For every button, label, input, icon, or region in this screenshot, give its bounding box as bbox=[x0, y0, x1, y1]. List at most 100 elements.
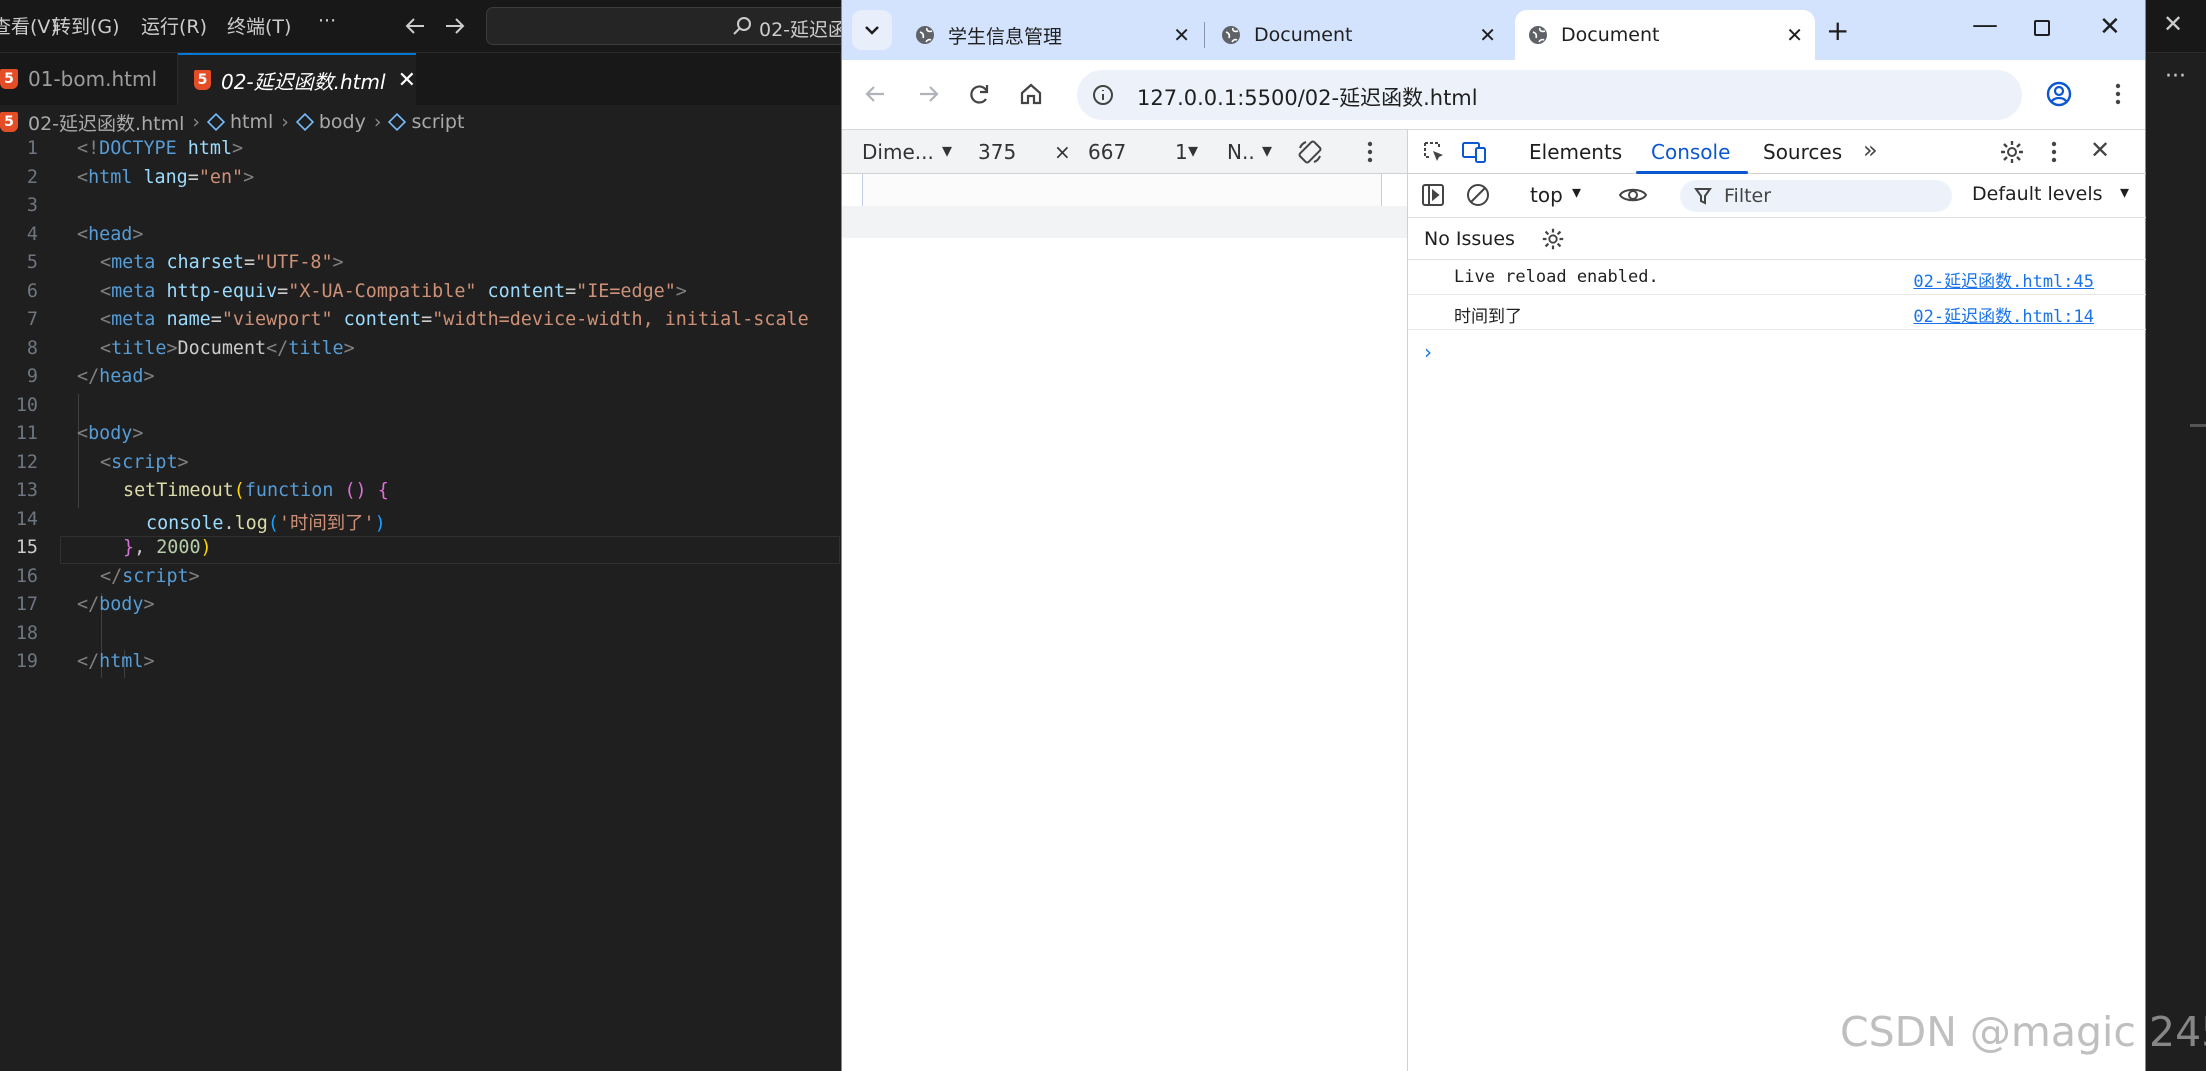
line-number: 7 bbox=[26, 309, 38, 330]
issues-bar: No Issues bbox=[1408, 218, 2146, 260]
tab-title: 学生信息管理 bbox=[948, 25, 1063, 48]
close-devtools-icon[interactable]: ✕ bbox=[2090, 136, 2110, 164]
reload-icon[interactable] bbox=[966, 80, 994, 108]
back-arrow-icon[interactable] bbox=[402, 12, 430, 40]
chevron-down-icon[interactable]: ▾ bbox=[1572, 182, 1581, 203]
zoom-select[interactable]: 1 bbox=[1175, 140, 1188, 164]
breadcrumb: 5 02-延迟函数.html › html › body › script bbox=[0, 107, 464, 137]
log-source-link[interactable]: 02-延迟函数.html:14 bbox=[1913, 302, 2094, 327]
editor-scrollbar[interactable] bbox=[2148, 138, 2206, 1071]
devtools-tab-bar: Elements Console Sources » ✕ bbox=[1408, 130, 2146, 174]
eye-icon[interactable] bbox=[1618, 183, 1648, 207]
code-line-6: <meta http-equiv="X-UA-Compatible" conte… bbox=[100, 280, 687, 302]
tab-search-button[interactable] bbox=[852, 10, 892, 50]
browser-tab-document-1[interactable]: Document ✕ bbox=[1208, 10, 1508, 60]
scrollbar-marker bbox=[2190, 424, 2206, 427]
line-number: 17 bbox=[15, 594, 38, 615]
close-icon[interactable]: ✕ bbox=[1173, 23, 1190, 47]
more-tabs-chevron-icon[interactable]: » bbox=[1863, 136, 1878, 164]
browser-tab-student-info[interactable]: 学生信息管理 ✕ bbox=[902, 10, 1202, 60]
window-close-icon[interactable]: ✕ bbox=[2099, 12, 2121, 42]
profile-avatar-icon[interactable] bbox=[2045, 80, 2073, 108]
menu-run[interactable]: 运行(R) bbox=[141, 12, 207, 39]
maximize-icon[interactable] bbox=[2034, 20, 2050, 36]
log-message: Live reload enabled. bbox=[1454, 267, 1659, 287]
chevron-down-icon[interactable]: ▾ bbox=[1188, 138, 1198, 162]
ruler-bar bbox=[842, 206, 1407, 238]
gear-icon[interactable] bbox=[1998, 138, 2026, 166]
code-line-4: <head> bbox=[77, 223, 144, 245]
tab-sources[interactable]: Sources bbox=[1763, 140, 1842, 164]
device-toolbar: Dime... ▾ 375 × 667 1 ▾ N.. ▾ bbox=[842, 130, 1407, 174]
line-number: 13 bbox=[15, 480, 38, 501]
menu-terminal[interactable]: 终端(T) bbox=[227, 12, 291, 39]
log-source-link[interactable]: 02-延迟函数.html:45 bbox=[1913, 267, 2094, 292]
more-options-icon[interactable] bbox=[1364, 138, 1376, 166]
sidebar-toggle-icon[interactable] bbox=[1420, 182, 1446, 208]
inspect-element-icon[interactable] bbox=[1420, 138, 1448, 166]
gear-icon[interactable] bbox=[1540, 226, 1566, 252]
close-icon[interactable]: ✕ bbox=[1479, 23, 1496, 47]
filter-funnel-icon bbox=[1694, 186, 1712, 206]
issues-count[interactable]: No Issues bbox=[1424, 228, 1515, 250]
filter-input[interactable]: Filter bbox=[1680, 180, 1952, 212]
tab-01-bom[interactable]: 5 01-bom.html bbox=[0, 53, 178, 105]
more-options-icon[interactable] bbox=[2048, 138, 2060, 166]
line-number: 1 bbox=[26, 138, 38, 159]
menu-view[interactable]: 查看(V) bbox=[0, 12, 58, 39]
device-select[interactable]: Dime... bbox=[862, 140, 934, 164]
tab-02-delay-function[interactable]: 5 02-延迟函数.html ✕ bbox=[178, 53, 416, 105]
minimize-icon[interactable]: — bbox=[1972, 10, 1998, 40]
address-bar[interactable]: 127.0.0.1:5500/02-延迟函数.html bbox=[1077, 70, 2022, 120]
throttle-select[interactable]: N.. bbox=[1227, 140, 1255, 164]
height-input[interactable]: 667 bbox=[1088, 140, 1126, 164]
context-select[interactable]: top bbox=[1530, 183, 1563, 207]
line-number: 5 bbox=[26, 252, 38, 273]
close-icon[interactable]: ✕ bbox=[398, 68, 416, 93]
devtools-panel: Elements Console Sources » ✕ top ▾ Filte… bbox=[1407, 130, 2146, 1071]
chevron-down-icon[interactable]: ▾ bbox=[942, 138, 952, 162]
tab-elements[interactable]: Elements bbox=[1529, 140, 1622, 164]
clear-console-icon[interactable] bbox=[1465, 182, 1491, 208]
line-number: 14 bbox=[15, 508, 38, 530]
tab-console[interactable]: Console bbox=[1651, 140, 1730, 164]
device-toggle-icon[interactable] bbox=[1460, 138, 1488, 166]
rotate-icon[interactable] bbox=[1296, 138, 1324, 166]
tab-title: Document bbox=[1561, 24, 1660, 46]
window-close-icon[interactable]: ✕ bbox=[2163, 10, 2183, 38]
console-prompt[interactable]: › bbox=[1424, 340, 1432, 364]
code-line-14: console.log('时间到了') bbox=[146, 512, 386, 534]
tab-label: 02-延迟函数.html bbox=[220, 69, 386, 94]
line-number: 15 bbox=[15, 537, 38, 558]
chrome-window: 学生信息管理 ✕ Document ✕ Document ✕ + — ✕ 127… bbox=[841, 0, 2146, 1071]
breadcrumb-script[interactable]: script bbox=[411, 111, 464, 133]
chevron-down-icon[interactable]: ▾ bbox=[2120, 182, 2129, 203]
forward-arrow-icon[interactable] bbox=[914, 80, 942, 108]
more-actions-icon[interactable]: ··· bbox=[2165, 64, 2186, 89]
media-query-bar bbox=[862, 174, 1382, 206]
code-line-11: <body> bbox=[77, 423, 144, 444]
menu-kebab-icon[interactable] bbox=[2104, 80, 2132, 108]
chevron-down-icon[interactable]: ▾ bbox=[1262, 138, 1272, 162]
home-icon[interactable] bbox=[1017, 80, 1045, 108]
close-icon[interactable]: ✕ bbox=[1786, 23, 1803, 47]
filter-placeholder: Filter bbox=[1724, 185, 1772, 207]
breadcrumb-body[interactable]: body bbox=[319, 111, 366, 133]
page-viewport[interactable] bbox=[842, 174, 1407, 1071]
line-number: 11 bbox=[15, 423, 38, 444]
breadcrumb-file[interactable]: 02-延迟函数.html bbox=[28, 109, 184, 136]
line-number: 4 bbox=[26, 223, 38, 245]
menu-more[interactable]: ··· bbox=[318, 10, 336, 32]
width-input[interactable]: 375 bbox=[978, 140, 1016, 164]
new-tab-plus-icon[interactable]: + bbox=[1826, 14, 1849, 47]
browser-tab-document-active[interactable]: Document ✕ bbox=[1515, 10, 1815, 60]
code-editor[interactable]: 1 2 3 4 5 6 7 8 9 10 11 12 13 14 15 16 1… bbox=[0, 138, 840, 738]
info-icon[interactable] bbox=[1091, 83, 1115, 107]
line-number: 19 bbox=[15, 651, 38, 672]
breadcrumb-html[interactable]: html bbox=[230, 111, 273, 133]
log-levels-select[interactable]: Default levels bbox=[1972, 183, 2103, 205]
menu-goto[interactable]: 转到(G) bbox=[52, 12, 120, 39]
forward-arrow-icon[interactable] bbox=[440, 12, 468, 40]
back-arrow-icon[interactable] bbox=[862, 80, 890, 108]
code-line-17: </body> bbox=[77, 594, 155, 615]
